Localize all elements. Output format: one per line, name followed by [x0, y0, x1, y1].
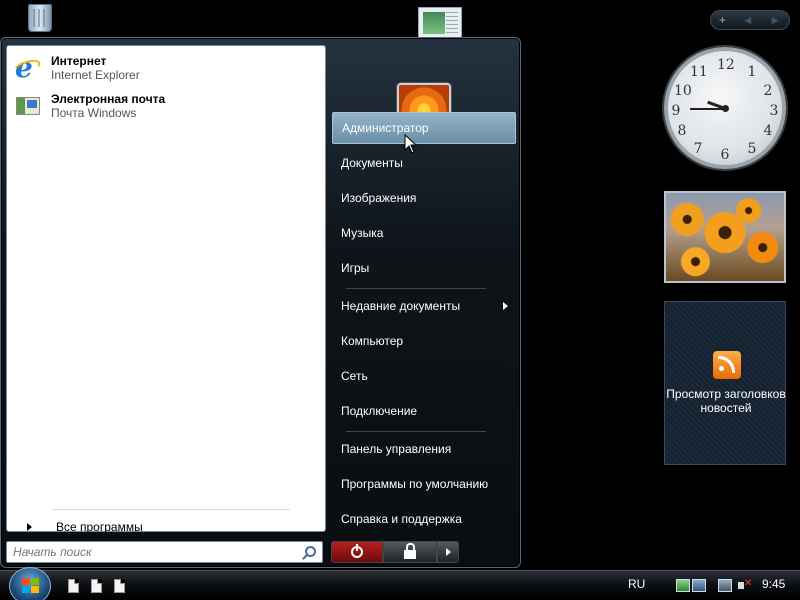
pinned-item-subtitle: Internet Explorer	[51, 68, 140, 82]
volume-muted-icon[interactable]	[738, 578, 752, 592]
clock-number: 5	[747, 141, 757, 157]
menu-item-label: Программы по умолчанию	[341, 477, 489, 491]
pinned-item-subtitle: Почта Windows	[51, 106, 137, 120]
power-controls	[331, 541, 459, 563]
windows-update-tray-icon[interactable]	[692, 579, 706, 592]
search-icon[interactable]	[305, 546, 316, 557]
menu-item-label: Изображения	[341, 191, 417, 205]
next-page-button[interactable]: ►	[769, 13, 781, 27]
internet-explorer-icon: e	[11, 53, 43, 83]
menu-item-control-panel[interactable]: Панель управления	[332, 433, 516, 465]
clock-number: 6	[720, 147, 730, 163]
mail-icon	[13, 91, 43, 121]
desktop: e Интернет Internet Explorer Электронная…	[0, 0, 800, 600]
security-tray-icon[interactable]	[676, 579, 690, 592]
feed-headlines-gadget[interactable]: Просмотр заголовков новостей	[664, 301, 786, 465]
clock-gadget[interactable]: 12 1 2 3 4 5 6 7 8 9 10 11	[664, 47, 786, 169]
menu-item-recent-documents[interactable]: Недавние документы	[332, 290, 516, 322]
quick-launch-item-icon[interactable]	[91, 579, 102, 593]
start-button[interactable]	[9, 567, 51, 600]
menu-item-pictures[interactable]: Изображения	[332, 182, 516, 214]
previous-page-button[interactable]: ◄	[742, 13, 754, 27]
pinned-item-title: Электронная почта	[51, 92, 166, 106]
menu-item-games[interactable]: Игры	[332, 252, 516, 284]
clock-number: 7	[693, 141, 703, 157]
lock-button[interactable]	[383, 541, 437, 563]
menu-item-help[interactable]: Справка и поддержка	[332, 503, 516, 535]
feed-gadget-label: Просмотр заголовков новостей	[666, 387, 786, 415]
divider	[346, 431, 486, 432]
power-button[interactable]	[331, 541, 383, 563]
menu-item-label: Документы	[341, 156, 403, 170]
start-menu: e Интернет Internet Explorer Электронная…	[0, 37, 521, 568]
lock-icon	[404, 542, 416, 559]
minute-hand	[690, 108, 726, 110]
pinned-item-email[interactable]: Электронная почта Почта Windows	[13, 89, 313, 123]
clock-number: 4	[763, 123, 773, 139]
clock-number: 1	[747, 64, 757, 80]
menu-item-label: Администратор	[342, 121, 429, 135]
chevron-right-icon	[445, 548, 451, 556]
all-programs-button[interactable]: Все программы	[17, 518, 317, 536]
power-options-button[interactable]	[437, 541, 459, 563]
menu-item-network[interactable]: Сеть	[332, 360, 516, 392]
menu-item-label: Подключение	[341, 404, 418, 418]
chevron-right-icon	[27, 523, 32, 531]
clock-number: 3	[769, 103, 779, 119]
clock-number: 9	[671, 103, 681, 119]
taskbar: RU 9:45	[0, 567, 800, 600]
power-icon	[351, 544, 363, 558]
all-programs-label: Все программы	[56, 520, 143, 534]
clock-number: 10	[674, 83, 692, 99]
menu-item-music[interactable]: Музыка	[332, 217, 516, 249]
slideshow-gadget[interactable]	[664, 191, 786, 283]
clock-number: 2	[763, 83, 773, 99]
menu-item-label: Игры	[341, 261, 370, 275]
menu-item-connect[interactable]: Подключение	[332, 395, 516, 427]
add-gadget-button[interactable]: +	[719, 13, 726, 27]
menu-item-label: Недавние документы	[341, 299, 461, 313]
network-tray-icon[interactable]	[718, 579, 732, 592]
menu-item-label: Сеть	[341, 369, 368, 383]
quick-launch-item-icon[interactable]	[68, 579, 79, 593]
clock-number: 12	[717, 57, 735, 73]
menu-item-computer[interactable]: Компьютер	[332, 325, 516, 357]
sidebar-controls: + ◄ ►	[710, 10, 790, 30]
menu-item-label: Компьютер	[341, 334, 404, 348]
menu-item-documents[interactable]: Документы	[332, 147, 516, 179]
search-input[interactable]	[13, 545, 293, 559]
pinned-programs-pane: e Интернет Internet Explorer Электронная…	[6, 45, 326, 534]
pinned-item-title: Интернет	[51, 54, 107, 68]
menu-item-label: Музыка	[341, 226, 384, 240]
rss-icon	[713, 351, 741, 379]
divider	[346, 288, 486, 289]
divider	[52, 509, 290, 510]
clock-number: 8	[677, 123, 687, 139]
pinned-item-internet[interactable]: e Интернет Internet Explorer	[11, 51, 313, 85]
submenu-arrow-icon	[503, 302, 508, 310]
recycle-bin-icon[interactable]	[22, 0, 58, 36]
system-clock[interactable]: 9:45	[762, 577, 785, 591]
menu-item-label: Панель управления	[341, 442, 452, 456]
menu-item-default-programs[interactable]: Программы по умолчанию	[332, 468, 516, 500]
menu-item-label: Справка и поддержка	[341, 512, 462, 526]
menu-item-administrator[interactable]: Администратор	[332, 112, 516, 144]
clock-number: 11	[690, 64, 708, 80]
quick-launch-item-icon[interactable]	[114, 579, 125, 593]
search-box[interactable]	[6, 541, 323, 563]
clock-center	[722, 105, 729, 112]
windows-logo-icon	[22, 578, 40, 594]
language-indicator[interactable]: RU	[628, 577, 645, 591]
document-shortcut-icon[interactable]	[418, 7, 462, 39]
